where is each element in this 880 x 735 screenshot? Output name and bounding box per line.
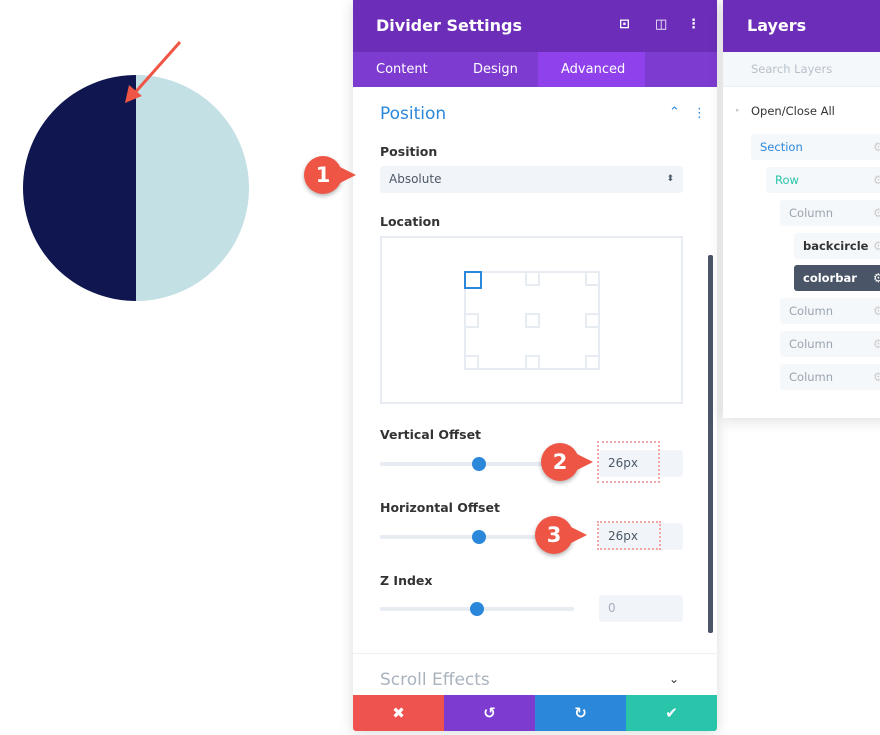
redo-button[interactable]: ↻ [535,695,626,731]
location-center-left[interactable] [464,313,479,328]
step-badge-3: 3 [535,516,587,554]
location-top-left[interactable] [464,271,482,289]
vertical-offset-handle[interactable] [472,457,486,471]
position-label: Position [380,144,438,159]
location-bottom-center[interactable] [525,355,540,370]
step-badge-1: 1 [304,156,356,194]
search-layers-input[interactable]: Search Layers [723,52,880,87]
layer-column[interactable]: Column [780,200,880,226]
location-top-right[interactable] [585,271,600,286]
section-title-position[interactable]: Position [380,104,446,124]
half-circle-preview [23,41,249,301]
chevron-down-icon[interactable]: ⌄ [669,672,679,686]
gear-icon[interactable]: ⚙ [873,173,880,187]
location-center-right[interactable] [585,313,600,328]
location-label: Location [380,214,441,229]
section-title-scroll-effects[interactable]: Scroll Effects [380,670,490,690]
z-index-handle[interactable] [470,602,484,616]
gear-icon[interactable]: ⚙ [873,239,880,253]
tab-design[interactable]: Design [450,52,541,87]
scrollbar[interactable] [708,255,713,633]
split-view-icon[interactable]: ◫ [655,17,667,32]
panel-title: Divider Settings [376,16,522,35]
horizontal-offset-handle[interactable] [472,530,486,544]
caret-right-icon: ▸ [736,106,740,114]
layer-section[interactable]: Section [751,134,880,160]
vertical-offset-label: Vertical Offset [380,427,482,442]
step-badge-2: 2 [541,443,593,481]
layer-column[interactable]: Column [780,331,880,357]
highlight-box [597,521,661,550]
horizontal-offset-label: Horizontal Offset [380,500,500,515]
gear-icon[interactable]: ⚙ [873,140,880,154]
gear-icon[interactable]: ⚙ [873,370,880,384]
gear-icon[interactable]: ⚙ [873,271,880,285]
tab-bar: Content Design Advanced [353,52,717,87]
select-arrows-icon: ⬍ [666,174,674,184]
location-picker [380,236,683,404]
chevron-up-icon[interactable]: ⌃ [669,105,680,120]
save-button[interactable]: ✔ [626,695,717,731]
open-close-all[interactable]: Open/Close All [751,104,835,118]
position-value: Absolute [389,172,442,186]
highlight-box [597,441,660,483]
layers-title: Layers [747,16,807,35]
layers-panel: Layers Search Layers ▸ Open/Close All Se… [723,0,880,418]
z-index-label: Z Index [380,573,433,588]
layer-backcircle[interactable]: backcircle [794,233,880,259]
position-select[interactable]: Absolute ⬍ [380,166,683,193]
divider-settings-panel: Divider Settings ⊡ ◫ ⋮ Content Design Ad… [353,0,717,731]
panel-header: Divider Settings ⊡ ◫ ⋮ [353,0,717,52]
location-bottom-left[interactable] [464,355,479,370]
gear-icon[interactable]: ⚙ [873,337,880,351]
more-vertical-icon[interactable]: ⋮ [687,17,700,32]
cancel-button[interactable]: ✖ [353,695,444,731]
layer-colorbar[interactable]: colorbar [794,265,880,291]
more-vertical-icon[interactable]: ⋮ [693,106,706,121]
layer-row[interactable]: Row [766,167,880,193]
divider [353,653,717,654]
location-bottom-right[interactable] [585,355,600,370]
location-top-center[interactable] [525,271,540,286]
z-index-input[interactable]: 0 [599,595,683,622]
focus-icon[interactable]: ⊡ [619,17,630,32]
undo-button[interactable]: ↺ [444,695,535,731]
tab-content[interactable]: Content [353,52,451,87]
tab-advanced[interactable]: Advanced [538,52,645,87]
layer-column[interactable]: Column [780,364,880,390]
location-center[interactable] [525,313,540,328]
layer-column[interactable]: Column [780,298,880,324]
gear-icon[interactable]: ⚙ [873,304,880,318]
gear-icon[interactable]: ⚙ [873,206,880,220]
layers-header: Layers [723,0,880,52]
